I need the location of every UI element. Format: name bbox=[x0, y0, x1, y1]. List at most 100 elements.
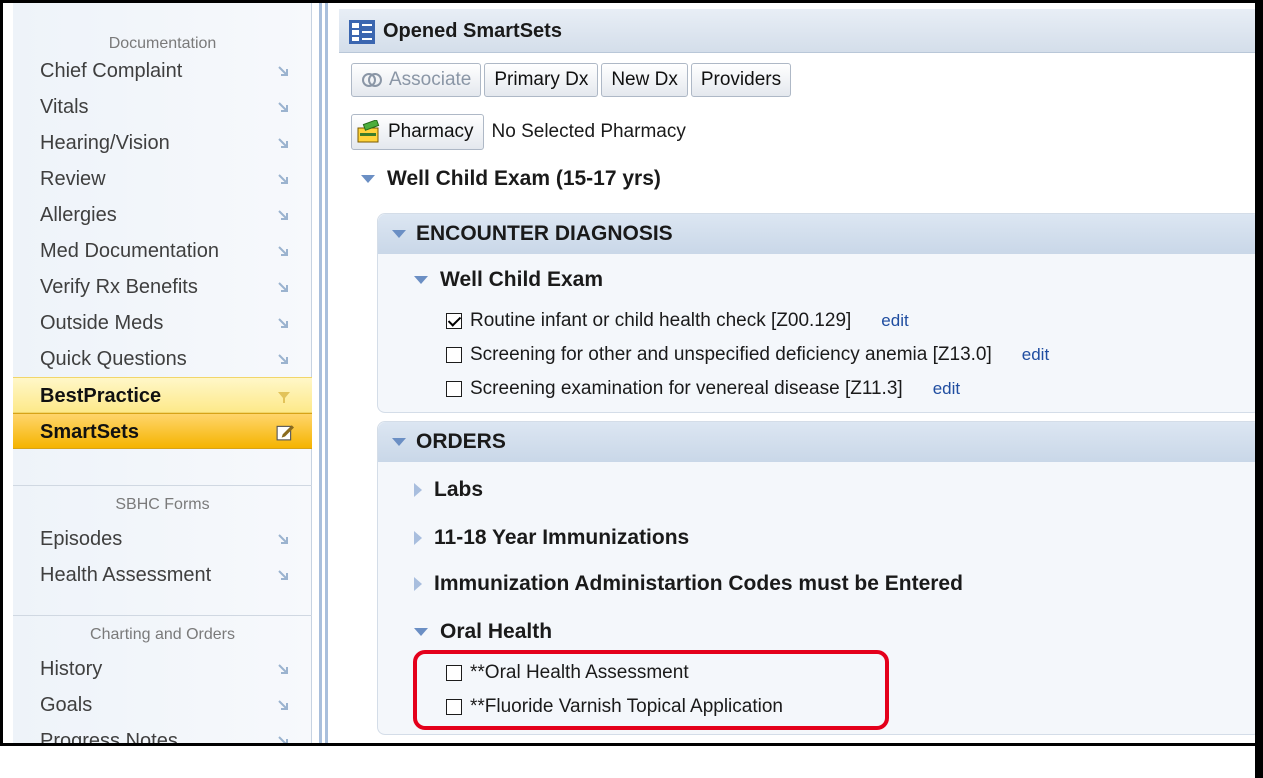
diagnosis-label: Screening for other and unspecified defi… bbox=[470, 344, 992, 365]
sidebar-item-label: History bbox=[40, 658, 103, 680]
new-dx-label: New Dx bbox=[611, 69, 678, 90]
sidebar-item-label: Verify Rx Benefits bbox=[40, 276, 198, 298]
pharmacy-status: No Selected Pharmacy bbox=[491, 121, 686, 142]
group-header-immunization-codes[interactable]: Immunization Administartion Codes must b… bbox=[414, 572, 963, 596]
collapse-arrow-icon bbox=[392, 438, 406, 446]
screen-edge bbox=[1255, 0, 1263, 778]
sidebar-section-documentation: Documentation Chief Complaint Vitals Hea… bbox=[13, 25, 312, 449]
sidebar-item-review[interactable]: Review bbox=[13, 161, 312, 197]
section-title: ORDERS bbox=[416, 430, 506, 453]
sidebar-item-label: Health Assessment bbox=[40, 564, 212, 586]
collapse-arrow-icon bbox=[414, 628, 428, 636]
sidebar-heading: Charting and Orders bbox=[13, 615, 312, 651]
activity-sidebar: Documentation Chief Complaint Vitals Hea… bbox=[13, 3, 312, 746]
smartset-name: Well Child Exam (15-17 yrs) bbox=[387, 167, 661, 190]
expand-arrow-icon bbox=[414, 577, 422, 591]
new-dx-button[interactable]: New Dx bbox=[601, 63, 688, 97]
encounter-diagnosis-panel: ENCOUNTER DIAGNOSIS Well Child Exam Rout… bbox=[377, 213, 1261, 413]
group-title: Immunization Administartion Codes must b… bbox=[434, 572, 963, 595]
expand-arrow-icon bbox=[414, 531, 422, 545]
sidebar-item-label: Chief Complaint bbox=[40, 60, 183, 82]
sidebar-item-vitals[interactable]: Vitals bbox=[13, 89, 312, 125]
group-title: Well Child Exam bbox=[440, 268, 603, 291]
sidebar-item-chief-complaint[interactable]: Chief Complaint bbox=[13, 53, 312, 89]
diagnosis-row: Routine infant or child health check [Z0… bbox=[446, 310, 909, 332]
pharmacy-button[interactable]: Pharmacy bbox=[351, 114, 484, 150]
sidebar-item-episodes[interactable]: Episodes bbox=[13, 521, 312, 557]
sidebar-item-outside-meds[interactable]: Outside Meds bbox=[13, 305, 312, 341]
jump-arrow-icon bbox=[278, 534, 288, 544]
sidebar-item-label: SmartSets bbox=[40, 421, 139, 443]
diagnosis-checkbox[interactable] bbox=[446, 381, 462, 397]
primary-dx-label: Primary Dx bbox=[494, 69, 589, 90]
group-header-well-child-exam[interactable]: Well Child Exam bbox=[414, 268, 603, 292]
collapse-arrow-icon bbox=[414, 276, 428, 284]
sidebar-item-hearing-vision[interactable]: Hearing/Vision bbox=[13, 125, 312, 161]
primary-dx-button[interactable]: Primary Dx bbox=[484, 63, 599, 97]
group-header-immunizations[interactable]: 11-18 Year Immunizations bbox=[414, 526, 689, 550]
sidebar-item-label: Episodes bbox=[40, 528, 123, 550]
sidebar-item-label: Quick Questions bbox=[40, 348, 187, 370]
providers-button[interactable]: Providers bbox=[690, 63, 792, 97]
sidebar-item-label: Med Documentation bbox=[40, 240, 219, 262]
sidebar-item-bestpractice[interactable]: BestPractice bbox=[13, 377, 312, 413]
sidebar-item-health-assessment[interactable]: Health Assessment bbox=[13, 557, 312, 593]
collapse-arrow-icon bbox=[361, 175, 375, 183]
sidebar-item-label: Allergies bbox=[40, 204, 117, 226]
smartset-toolbar: Associate Primary Dx New Dx Providers bbox=[351, 63, 792, 97]
jump-arrow-icon bbox=[278, 138, 288, 148]
jump-arrow-icon bbox=[278, 354, 288, 364]
diagnosis-row: Screening examination for venereal disea… bbox=[446, 378, 960, 400]
diagnosis-checkbox[interactable] bbox=[446, 313, 462, 329]
encounter-diagnosis-header[interactable]: ENCOUNTER DIAGNOSIS bbox=[378, 214, 1260, 254]
smartset-header[interactable]: Well Child Exam (15-17 yrs) bbox=[361, 167, 661, 191]
splitter-line bbox=[325, 3, 328, 743]
sidebar-item-verify-rx-benefits[interactable]: Verify Rx Benefits bbox=[13, 269, 312, 305]
jump-arrow-icon bbox=[278, 210, 288, 220]
bestpractice-icon bbox=[278, 392, 290, 403]
sidebar-item-med-documentation[interactable]: Med Documentation bbox=[13, 233, 312, 269]
pharmacy-icon bbox=[357, 120, 380, 143]
sidebar-item-label: BestPractice bbox=[40, 385, 162, 407]
sidebar-item-quick-questions[interactable]: Quick Questions bbox=[13, 341, 312, 377]
group-title: Labs bbox=[434, 478, 484, 501]
sidebar-item-goals[interactable]: Goals bbox=[13, 687, 312, 723]
sidebar-item-allergies[interactable]: Allergies bbox=[13, 197, 312, 233]
sidebar-item-progress-notes[interactable]: Progress Notes bbox=[13, 723, 312, 746]
group-title: 11-18 Year Immunizations bbox=[434, 526, 690, 549]
sidebar-section-sbhc-forms: SBHC Forms Episodes Health Assessment bbox=[13, 485, 312, 593]
pane-title: Opened SmartSets bbox=[383, 20, 562, 42]
diagnosis-checkbox[interactable] bbox=[446, 347, 462, 363]
edit-link[interactable]: edit bbox=[933, 379, 960, 399]
jump-arrow-icon bbox=[278, 570, 288, 580]
orders-header[interactable]: ORDERS bbox=[378, 422, 1260, 462]
pharmacy-label: Pharmacy bbox=[388, 121, 474, 142]
diagnosis-label: Screening examination for venereal disea… bbox=[470, 378, 903, 399]
jump-arrow-icon bbox=[278, 66, 288, 76]
providers-label: Providers bbox=[700, 69, 782, 90]
associate-icon bbox=[362, 73, 382, 87]
edit-link[interactable]: edit bbox=[1022, 345, 1049, 365]
jump-arrow-icon bbox=[278, 736, 288, 743]
group-header-labs[interactable]: Labs bbox=[414, 478, 483, 502]
sidebar-item-label: Hearing/Vision bbox=[40, 132, 170, 154]
sidebar-heading: SBHC Forms bbox=[13, 485, 312, 521]
edit-link[interactable]: edit bbox=[881, 311, 908, 331]
jump-arrow-icon bbox=[278, 246, 288, 256]
pane-splitter[interactable] bbox=[315, 3, 335, 743]
sidebar-section-charting-orders: Charting and Orders History Goals Progre… bbox=[13, 615, 312, 746]
jump-arrow-icon bbox=[278, 102, 288, 112]
associate-button[interactable]: Associate bbox=[351, 63, 482, 97]
jump-arrow-icon bbox=[278, 664, 288, 674]
group-header-oral-health[interactable]: Oral Health bbox=[414, 620, 552, 644]
pane-title-bar: Opened SmartSets bbox=[339, 9, 1259, 53]
sidebar-item-history[interactable]: History bbox=[13, 651, 312, 687]
app-window: Documentation Chief Complaint Vitals Hea… bbox=[0, 0, 1263, 746]
section-title: ENCOUNTER DIAGNOSIS bbox=[416, 222, 673, 245]
edit-pencil-icon bbox=[276, 425, 294, 441]
smartsets-icon bbox=[349, 20, 375, 44]
diagnosis-label: Routine infant or child health check [Z0… bbox=[470, 310, 852, 331]
sidebar-item-label: Outside Meds bbox=[40, 312, 164, 334]
sidebar-item-smartsets[interactable]: SmartSets bbox=[13, 413, 312, 449]
sidebar-item-label: Progress Notes bbox=[40, 730, 178, 746]
